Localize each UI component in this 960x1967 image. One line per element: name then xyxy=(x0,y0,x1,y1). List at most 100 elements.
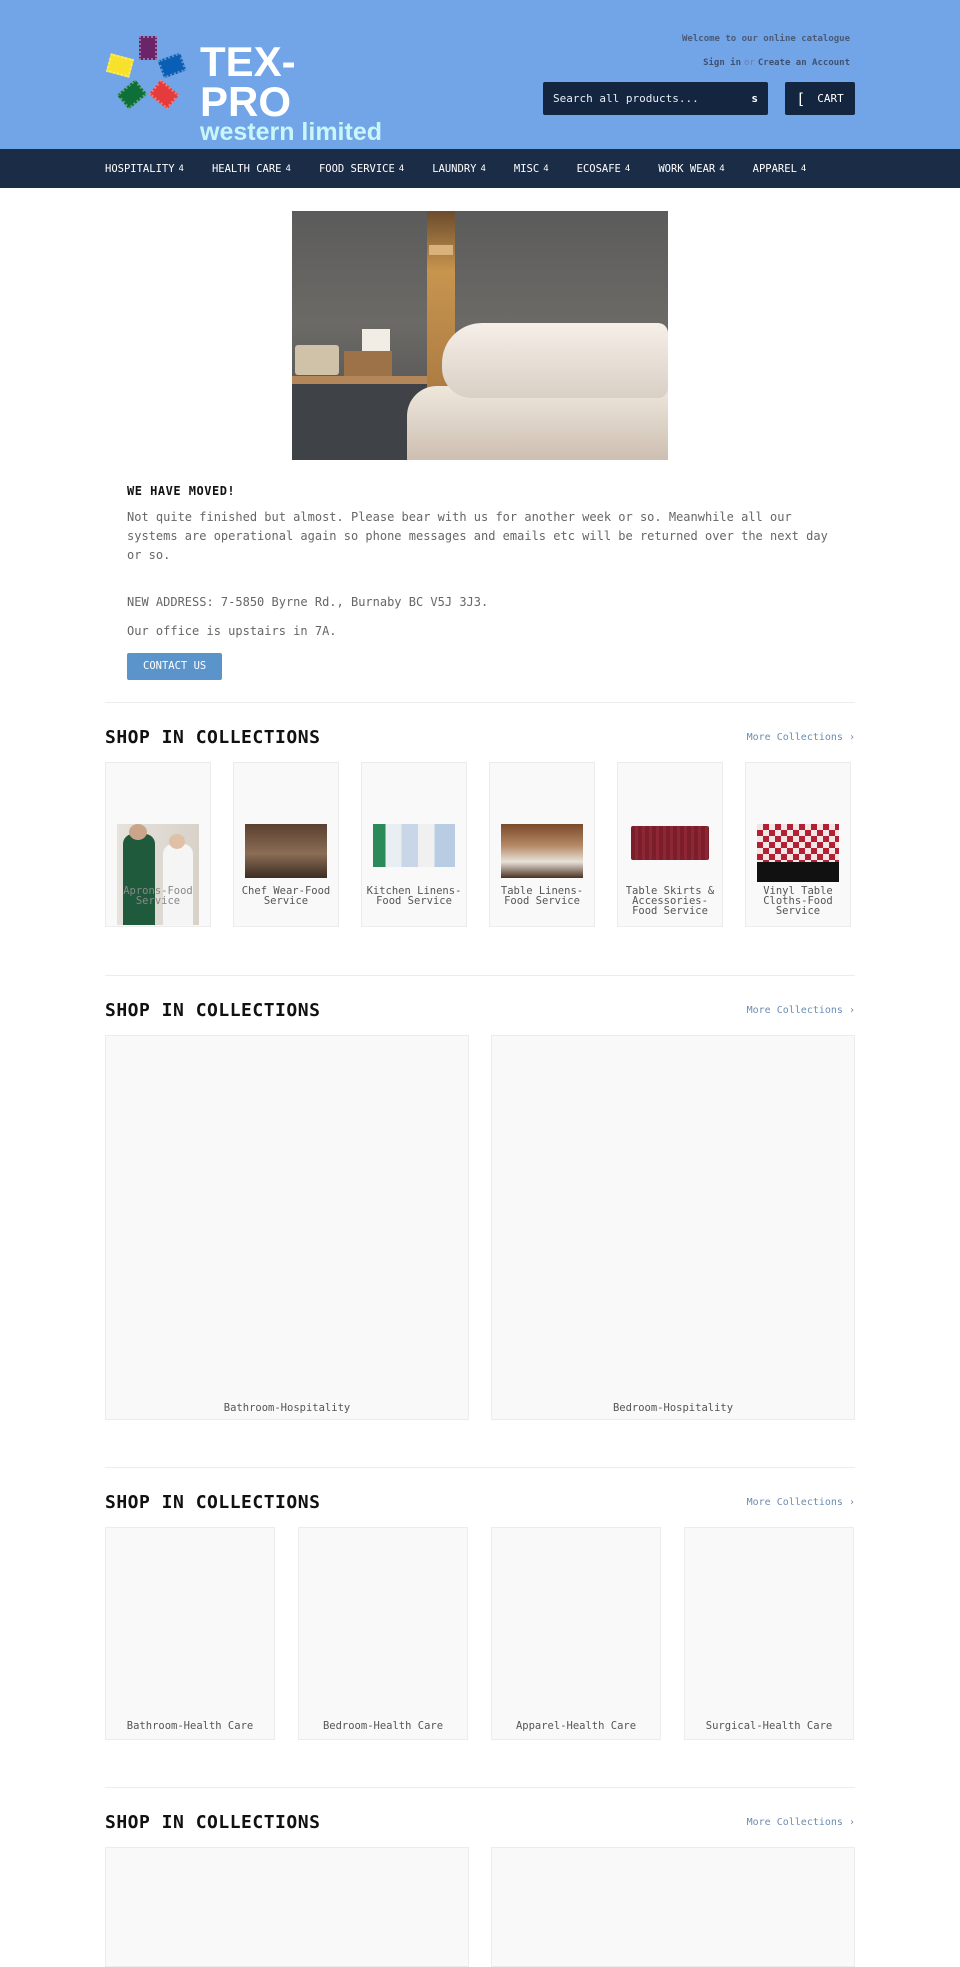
card-label: Bedroom-Hospitality xyxy=(612,1402,734,1414)
search-icon[interactable]: s xyxy=(751,92,758,105)
hero-image-hotel-bed xyxy=(292,211,668,460)
logo-mark-icon xyxy=(105,34,190,118)
hero-phone xyxy=(295,345,339,375)
search-input[interactable] xyxy=(553,92,746,105)
logo-stamp xyxy=(116,79,148,110)
nav-item-apparel[interactable]: APPAREL 4 xyxy=(753,163,807,175)
sign-in-link[interactable]: Sign in xyxy=(703,58,741,68)
nav-item-work-wear[interactable]: WORK WEAR 4 xyxy=(658,163,724,175)
collection-card-vinyl-table-cloths[interactable]: Vinyl Table Cloths-Food Service xyxy=(745,762,851,927)
collection-card[interactable] xyxy=(491,1847,855,1967)
section-header: SHOP IN COLLECTIONS More Collections › xyxy=(105,999,855,1021)
aprons-thumbnail xyxy=(117,824,199,925)
nav-item-laundry[interactable]: LAUNDRY 4 xyxy=(432,163,486,175)
section-title: SHOP IN COLLECTIONS xyxy=(105,999,321,1021)
cart-button[interactable]: [ CART xyxy=(785,82,855,115)
section-title: SHOP IN COLLECTIONS xyxy=(105,1491,321,1513)
notice-body: Not quite finished but almost. Please be… xyxy=(127,510,828,562)
collection-card-bedroom-health-care[interactable]: Bedroom-Health Care xyxy=(298,1527,468,1740)
nav-item-food-service[interactable]: FOOD SERVICE 4 xyxy=(319,163,404,175)
table-linens-thumbnail xyxy=(501,824,583,878)
logo-text: TEX-PRO western limited xyxy=(200,41,386,146)
section-header: SHOP IN COLLECTIONS More Collections › xyxy=(105,1811,855,1833)
card-label: Chef Wear-Food Service xyxy=(241,885,331,907)
cart-label: CART xyxy=(817,92,844,105)
card-label: Vinyl Table Cloths-Food Service xyxy=(763,885,833,917)
chevron-down-icon: 4 xyxy=(178,163,184,174)
logo-stamp xyxy=(139,36,157,60)
card-label: Bathroom-Hospitality xyxy=(223,1402,351,1414)
section-title: SHOP IN COLLECTIONS xyxy=(105,1811,321,1833)
collections-section-health-care: SHOP IN COLLECTIONS More Collections › B… xyxy=(105,1467,855,1740)
hero-lamp xyxy=(429,245,453,255)
or-text: or xyxy=(744,58,755,68)
card-label: Table Skirts & Accessories-Food Service xyxy=(625,885,715,917)
hero-tissue-box xyxy=(344,351,392,376)
collections-grid xyxy=(105,1847,855,1967)
collection-card-table-skirts[interactable]: Table Skirts & Accessories-Food Service xyxy=(617,762,723,927)
section-header: SHOP IN COLLECTIONS More Collections › xyxy=(105,727,855,748)
welcome-text: Welcome to our online catalogue xyxy=(682,34,850,44)
chevron-down-icon: 4 xyxy=(398,163,405,174)
create-account-link[interactable]: Create an Account xyxy=(758,58,850,68)
divider xyxy=(105,1787,855,1788)
nav-label: MISC xyxy=(513,162,540,175)
chevron-down-icon: 4 xyxy=(800,163,807,174)
more-collections-link[interactable]: More Collections › xyxy=(747,732,855,743)
nav-item-misc[interactable]: MISC 4 xyxy=(514,163,549,175)
kitchen-linens-thumbnail xyxy=(373,824,455,867)
chevron-down-icon: 4 xyxy=(719,163,725,174)
logo-subtitle: western limited xyxy=(200,118,382,146)
notice-address: NEW ADDRESS: 7-5850 Byrne Rd., Burnaby B… xyxy=(127,595,489,609)
collections-grid: Bathroom-Health Care Bedroom-Health Care… xyxy=(105,1527,855,1740)
chevron-down-icon: 4 xyxy=(624,163,631,174)
chevron-down-icon: 4 xyxy=(285,163,291,174)
collections-grid: Bathroom-Hospitality Bedroom-Hospitality xyxy=(105,1035,855,1420)
nav-item-hospitality[interactable]: HOSPITALITY 4 xyxy=(105,163,184,175)
nav-label: HEALTH CARE xyxy=(211,162,282,175)
collection-card-aprons[interactable]: Aprons-Food Service xyxy=(105,762,211,927)
nav-item-health-care[interactable]: HEALTH CARE 4 xyxy=(212,163,291,175)
card-label: Kitchen Linens-Food Service xyxy=(366,885,462,907)
collection-card-apparel-health-care[interactable]: Apparel-Health Care xyxy=(491,1527,661,1740)
nav-label: WORK WEAR xyxy=(658,162,716,175)
collection-card-surgical-health-care[interactable]: Surgical-Health Care xyxy=(684,1527,854,1740)
nav-item-ecosafe[interactable]: ECOSAFE 4 xyxy=(577,163,631,175)
card-label: Bedroom-Health Care xyxy=(322,1720,444,1732)
notice-office: Our office is upstairs in 7A. xyxy=(127,624,337,638)
collection-card[interactable] xyxy=(105,1847,469,1967)
nav-label: HOSPITALITY xyxy=(105,162,175,175)
card-label: Table Linens-Food Service xyxy=(500,885,584,907)
card-label: Apparel-Health Care xyxy=(515,1720,637,1732)
divider xyxy=(105,1467,855,1468)
divider xyxy=(105,702,855,703)
collection-card-bathroom-hospitality[interactable]: Bathroom-Hospitality xyxy=(105,1035,469,1420)
collections-section-food-service: SHOP IN COLLECTIONS More Collections › A… xyxy=(105,702,855,927)
hero-tissue xyxy=(362,329,390,351)
card-label: Surgical-Health Care xyxy=(705,1720,833,1732)
table-skirts-thumbnail xyxy=(631,826,709,860)
logo[interactable]: TEX-PRO western limited xyxy=(105,34,386,145)
collection-card-bathroom-health-care[interactable]: Bathroom-Health Care xyxy=(105,1527,275,1740)
collection-card-table-linens[interactable]: Table Linens-Food Service xyxy=(489,762,595,927)
more-collections-link[interactable]: More Collections › xyxy=(747,1005,855,1016)
more-collections-link[interactable]: More Collections › xyxy=(747,1497,855,1508)
cart-icon: [ xyxy=(796,89,806,108)
collection-card-kitchen-linens[interactable]: Kitchen Linens-Food Service xyxy=(361,762,467,927)
chevron-down-icon: 4 xyxy=(543,163,549,174)
card-label: Aprons-Food Service xyxy=(123,885,193,907)
nav-label: ECOSAFE xyxy=(576,162,621,175)
more-collections-link[interactable]: More Collections › xyxy=(747,1817,855,1828)
nav-label: LAUNDRY xyxy=(432,162,477,175)
site-header: TEX-PRO western limited Welcome to our o… xyxy=(0,0,960,149)
contact-us-button[interactable]: CONTACT US xyxy=(127,653,223,680)
logo-stamp xyxy=(157,52,187,79)
collection-card-chef-wear[interactable]: Chef Wear-Food Service xyxy=(233,762,339,927)
collection-card-bedroom-hospitality[interactable]: Bedroom-Hospitality xyxy=(491,1035,855,1420)
notice-heading: WE HAVE MOVED! xyxy=(127,484,236,498)
chevron-down-icon: 4 xyxy=(480,163,486,174)
main-nav: HOSPITALITY 4 HEALTH CARE 4 FOOD SERVICE 4 … xyxy=(0,149,960,188)
collections-section-hospitality: SHOP IN COLLECTIONS More Collections › B… xyxy=(105,975,855,1420)
divider xyxy=(105,975,855,976)
vinyl-table-cloths-thumbnail xyxy=(757,824,839,882)
